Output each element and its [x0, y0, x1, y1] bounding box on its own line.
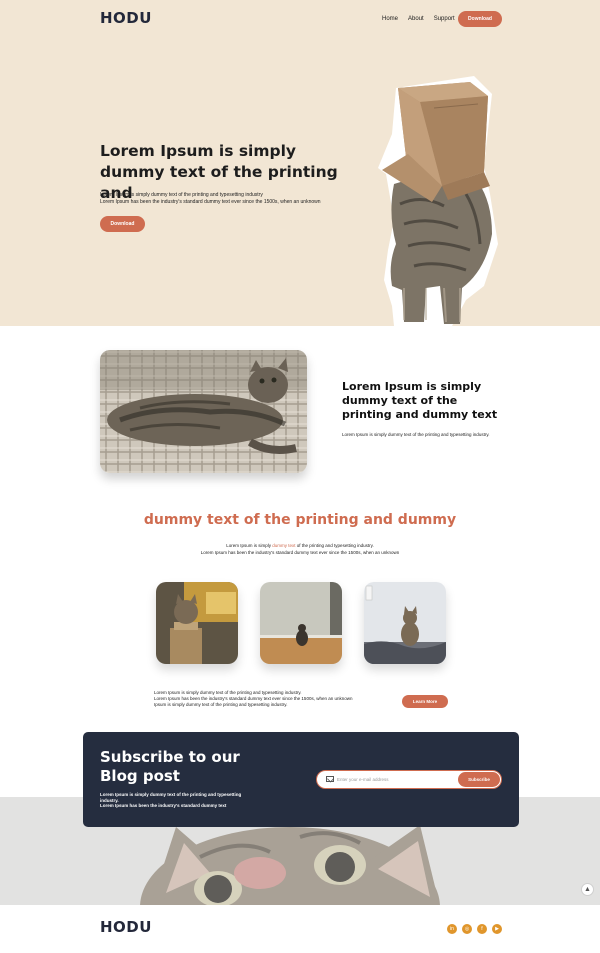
email-input[interactable] — [337, 774, 447, 785]
feature-text: Lorem Ipsum is simply dummy text of the … — [342, 432, 490, 437]
info-line1: Lorem Ipsum is simply dummy text of the … — [154, 690, 302, 695]
youtube-icon[interactable]: ▶ — [492, 924, 502, 934]
gallery-subtitle: Lorem Ipsum is simply dummy text of the … — [0, 542, 600, 556]
scroll-to-top-button[interactable]: ▲ — [581, 883, 594, 896]
email-form: Subscribe — [316, 770, 502, 789]
subscribe-text-line1: Lorem Ipsum is simply dummy text of the … — [100, 792, 242, 803]
gallery-photo-3 — [364, 582, 446, 664]
hero-subtitle-line2: Lorem Ipsum has been the industry's stan… — [100, 199, 321, 205]
subscribe-card: Subscribe to our Blog post Lorem Ipsum i… — [83, 732, 519, 827]
facebook-icon[interactable]: f — [477, 924, 487, 934]
nav-support[interactable]: Support — [434, 16, 455, 22]
gallery-photo-2 — [260, 582, 342, 664]
gallery-sub-highlight: dummy text — [272, 543, 296, 548]
chevron-up-icon: ▲ — [584, 886, 591, 893]
main-nav: Home About Support — [382, 16, 455, 22]
gallery-sub-prefix: Lorem Ipsum is simply — [226, 543, 273, 548]
footer-logo[interactable]: HODU — [100, 918, 152, 936]
hero-subtitle: Lorem Ipsum is simply dummy text of the … — [100, 192, 360, 206]
info-line2: Lorem Ipsum has been the industry's stan… — [154, 696, 353, 701]
hero-subtitle-line1: Lorem Ipsum is simply dummy text of the … — [100, 192, 263, 198]
gallery-sub-line2: Lorem Ipsum has been the industry's stan… — [200, 550, 400, 555]
nav-about[interactable]: About — [408, 16, 424, 22]
subscribe-button[interactable]: Subscribe — [458, 772, 500, 787]
info-text: Lorem Ipsum is simply dummy text of the … — [154, 690, 394, 708]
hero-section: HODU Home About Support Download Lorem I… — [0, 0, 600, 326]
gallery-sub-suffix: of the printing and typesetting industry… — [295, 543, 374, 548]
linkedin-icon[interactable]: in — [447, 924, 457, 934]
hero-download-button[interactable]: Download — [100, 216, 145, 232]
gallery-title: dummy text of the printing and dummy — [143, 512, 457, 528]
nav-download-button[interactable]: Download — [458, 11, 502, 27]
learn-more-button[interactable]: Learn More — [402, 695, 448, 708]
info-line3: Ipsum is simply dummy text of the printi… — [154, 702, 288, 707]
nav-home[interactable]: Home — [382, 16, 398, 22]
hero-cat-image — [378, 76, 498, 326]
feature-cat-photo — [100, 350, 307, 473]
feature-title: Lorem Ipsum is simply dummy text of the … — [342, 380, 498, 421]
instagram-icon[interactable]: ◎ — [462, 924, 472, 934]
mail-icon — [326, 776, 334, 782]
footer: HODU in ◎ f ▶ — [0, 905, 600, 953]
gallery-photo-1 — [156, 582, 238, 664]
subscribe-title: Subscribe to our Blog post — [100, 748, 240, 785]
subscribe-text-line2: Lorem Ipsum has been the industry's stan… — [100, 803, 227, 808]
subscribe-text: Lorem Ipsum is simply dummy text of the … — [100, 792, 260, 809]
logo[interactable]: HODU — [100, 9, 152, 27]
